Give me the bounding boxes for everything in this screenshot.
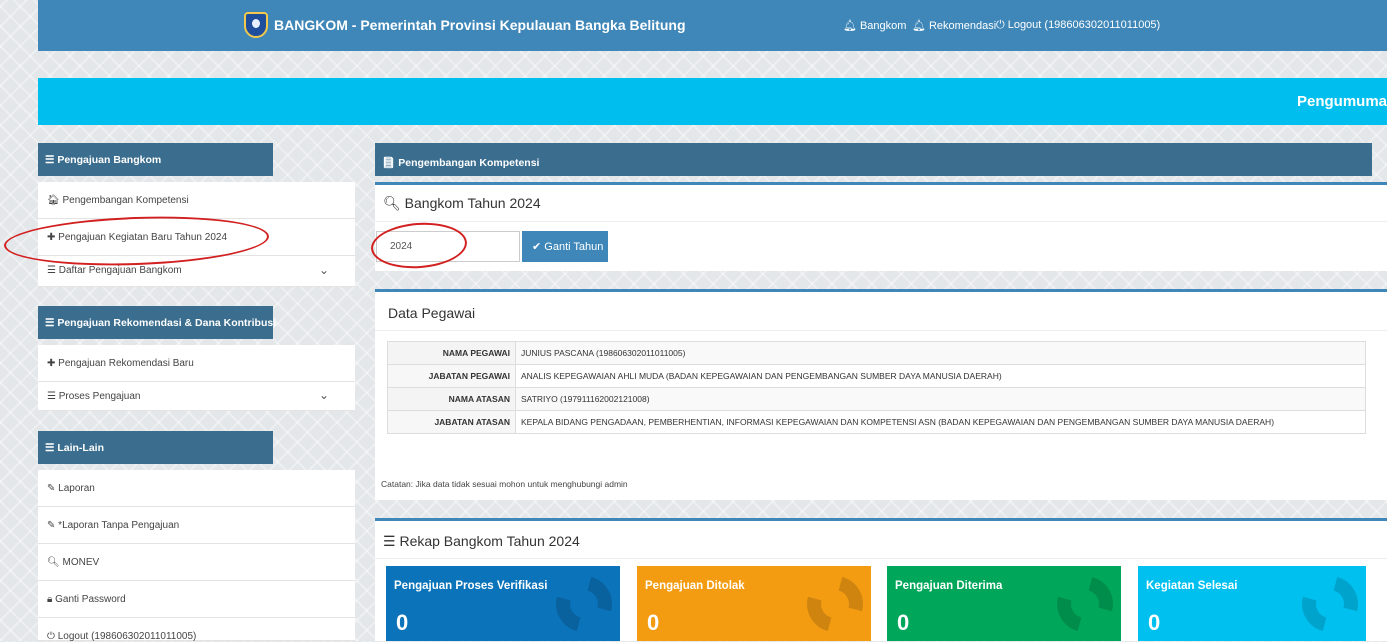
home-icon: 🏠︎ [47,195,60,206]
search-icon: 🔍︎ [47,557,60,568]
row-value: KEPALA BIDANG PENGADAAN, PEMBERHENTIAN, … [515,410,1366,434]
table-row: JABATAN PEGAWAI ANALIS KEPEGAWAIAN AHLI … [387,364,1366,388]
table-row: NAMA ATASAN SATRIYO (197911162002121008) [387,387,1366,411]
list-icon: ☰ [383,533,396,549]
sidebar-item-laporan-tanpa-pengajuan[interactable]: ✎ *Laporan Tanpa Pengajuan [38,507,355,544]
refresh-icon [545,566,620,641]
brand-title[interactable]: BANGKOM - Pemerintah Provinsi Kepulauan … [274,17,686,33]
row-value: SATRIYO (197911162002121008) [515,387,1366,411]
stat-box-ditolak[interactable]: Pengajuan Ditolak 0 [637,566,871,641]
data-pegawai-title: Data Pegawai [388,305,476,321]
stat-count: 0 [396,610,409,635]
check-icon: ✔ [532,241,542,253]
list-icon: ☰ [47,265,56,276]
ganti-tahun-button[interactable]: ✔ Ganti Tahun [522,231,608,262]
lock-icon: 🔒︎ [47,594,53,605]
stat-count: 0 [897,610,910,635]
announcement-bar [38,78,1387,125]
stat-box-verifikasi[interactable]: Pengajuan Proses Verifikasi 0 [386,566,620,641]
plus-icon: ✚ [47,358,56,369]
stat-count: 0 [1148,610,1161,635]
nav-rekomendasi[interactable]: 🔔︎ Rekomendasi [912,19,996,32]
sidebar-item-logout[interactable]: ⏻ Logout (198606302011011005) [38,618,355,642]
chevron-down-icon: ⌄ [318,388,329,402]
row-key: NAMA ATASAN [387,387,516,411]
sidebar-item-pengembangan-kompetensi[interactable]: 🏠︎ Pengembangan Kompetensi [38,182,355,219]
list-icon: ☰ [45,154,55,166]
chevron-down-icon: ⌄ [318,263,329,277]
nav-logout[interactable]: ⏻ Logout (198606302011011005) [996,19,1160,32]
stat-count: 0 [647,610,660,635]
stat-label: Pengajuan Diterima [895,580,1003,592]
list-icon: ☰ [45,317,55,329]
year-card-title: 🔍︎ Bangkom Tahun 2024 [383,195,541,211]
table-row: NAMA PEGAWAI JUNIUS PASCANA (19860630201… [387,341,1366,365]
sidebar-header-rekomendasi: ☰ Pengajuan Rekomendasi & Dana Kontribus… [38,306,276,339]
table-row: JABATAN ATASAN KEPALA BIDANG PENGADAAN, … [387,410,1366,434]
row-value: ANALIS KEPEGAWAIAN AHLI MUDA (BADAN KEPE… [515,364,1366,388]
row-key: NAMA PEGAWAI [387,341,516,365]
sidebar-item-proses-pengajuan[interactable]: ☰ Proses Pengajuan ⌄ [38,382,355,411]
power-icon: ⏻ [996,19,1005,31]
sidebar-item-monev[interactable]: 🔍︎ MONEV [38,544,355,581]
refresh-icon [1291,566,1366,641]
sidebar-header-lain-lain: ☰ Lain-Lain [38,431,273,464]
refresh-icon [796,566,871,641]
edit-icon: ✎ [47,483,56,494]
edit-icon: ✎ [47,520,56,531]
list-icon: ☰ [45,442,55,454]
province-logo [244,12,268,38]
sidebar-item-rekomendasi-baru[interactable]: ✚ Pengajuan Rekomendasi Baru [38,345,355,382]
bell-icon: 🔔︎ [912,20,926,32]
divider [375,558,1387,559]
list-icon: ☰ [47,391,56,402]
sidebar-header-bangkom: ☰ Pengajuan Bangkom [38,143,273,176]
stat-box-selesai[interactable]: Kegiatan Selesai 0 [1138,566,1366,641]
divider [375,221,1387,222]
announcement-text: Pengumuma [1296,93,1387,110]
stat-label: Kegiatan Selesai [1146,580,1238,592]
divider [375,330,1387,331]
data-note: Catatan: Jika data tidak sesuai mohon un… [381,479,628,489]
data-pegawai-table: NAMA PEGAWAI JUNIUS PASCANA (19860630201… [387,341,1366,434]
power-icon: ⏻ [47,631,55,642]
row-value: JUNIUS PASCANA (198606302011011005) [515,341,1366,365]
rekap-title: ☰ Rekap Bangkom Tahun 2024 [383,533,580,549]
stat-label: Pengajuan Ditolak [645,580,745,592]
sidebar-item-laporan[interactable]: ✎ Laporan [38,470,355,507]
sidebar-item-ganti-password[interactable]: 🔒︎ Ganti Password [38,581,355,618]
stat-label: Pengajuan Proses Verifikasi [394,580,548,592]
bell-icon: 🔔︎ [843,20,857,32]
refresh-icon [1046,566,1121,641]
nav-bangkom[interactable]: 🔔︎ Bangkom [843,19,906,32]
top-navbar [38,0,1387,51]
row-key: JABATAN PEGAWAI [387,364,516,388]
stat-box-diterima[interactable]: Pengajuan Diterima 0 [887,566,1121,641]
search-icon: 🔍︎ [383,195,401,211]
panel-header-pengembangan-kompetensi: 📘︎ Pengembangan Kompetensi [375,143,1372,176]
book-icon: 📘︎ [382,157,396,169]
row-key: JABATAN ATASAN [387,410,516,434]
